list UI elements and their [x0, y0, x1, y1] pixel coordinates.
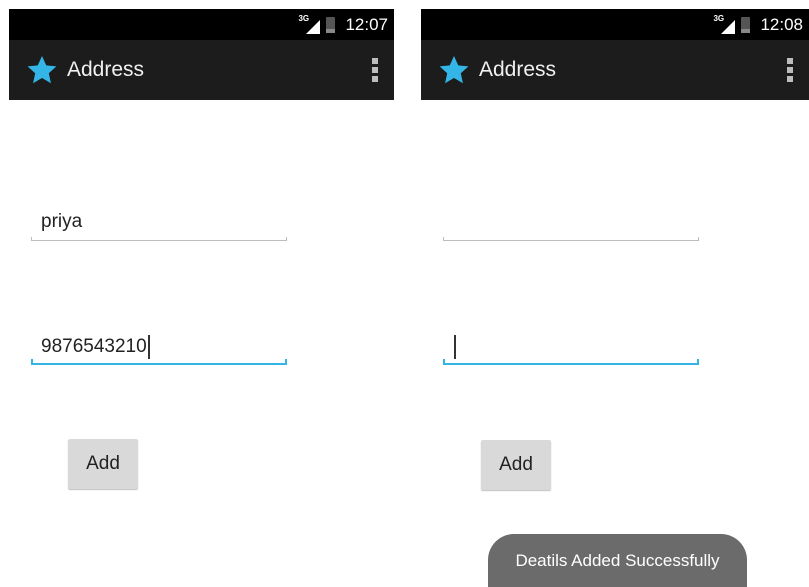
text-cursor — [454, 335, 456, 359]
text-cursor — [147, 335, 150, 359]
add-button[interactable]: Add — [68, 439, 138, 489]
overflow-menu-icon[interactable] — [372, 58, 378, 82]
overflow-menu-icon[interactable] — [787, 58, 793, 82]
toast-text: Deatils Added Successfully — [515, 550, 720, 570]
star-icon — [27, 56, 57, 84]
phone-input[interactable] — [443, 335, 699, 365]
status-time: 12:07 — [345, 14, 388, 34]
add-button[interactable]: Add — [481, 440, 551, 490]
phone-screen-before: 3G 12:07 Address priya 9876543210 Add — [9, 0, 394, 587]
toast-message: Deatils Added Successfully — [488, 534, 747, 587]
name-input-value: priya — [41, 211, 83, 232]
star-icon — [439, 56, 469, 84]
signal-icon: 3G — [713, 14, 736, 34]
action-bar: Address — [9, 40, 394, 100]
signal-icon: 3G — [298, 14, 321, 34]
name-input[interactable] — [443, 211, 699, 241]
status-time: 12:08 — [760, 14, 803, 34]
battery-icon — [326, 16, 336, 33]
phone-input[interactable]: 9876543210 — [31, 335, 287, 365]
action-bar: Address — [421, 40, 809, 100]
app-title: Address — [67, 58, 145, 81]
status-bar: 3G 12:07 — [9, 9, 394, 40]
phone-input-value: 9876543210 — [41, 336, 147, 358]
name-input[interactable]: priya — [31, 211, 287, 241]
app-title: Address — [479, 58, 557, 81]
phone-screen-after: 3G 12:08 Address Add Deatils Added Succe… — [421, 0, 809, 587]
battery-icon — [741, 16, 751, 33]
status-bar: 3G 12:08 — [421, 9, 809, 40]
